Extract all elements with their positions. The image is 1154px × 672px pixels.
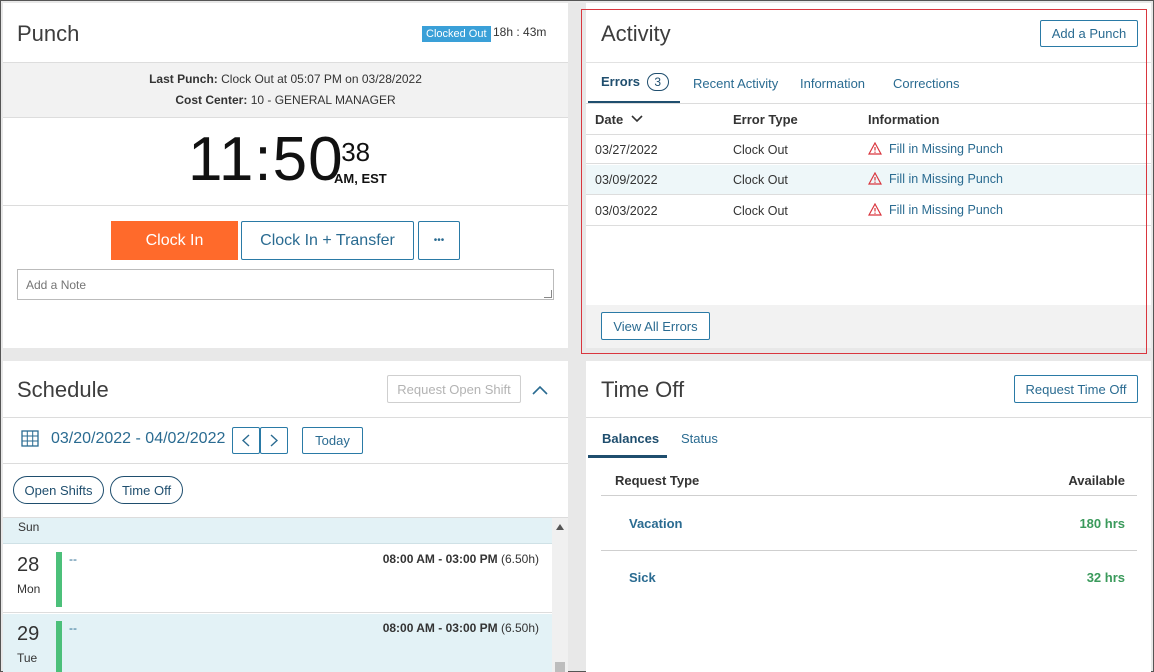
day-of-week: Tue xyxy=(17,651,38,665)
balances-area: Request Type Available Vacation 180 hrs … xyxy=(586,458,1151,672)
today-button[interactable]: Today xyxy=(302,427,363,454)
shift-time: 08:00 AM - 03:00 PM (6.50h) xyxy=(383,621,539,635)
punch-panel: Punch Clocked Out 18h : 43m Last Punch: … xyxy=(3,3,568,348)
clock-seconds: :38 xyxy=(334,137,371,167)
request-time-off-button[interactable]: Request Time Off xyxy=(1014,375,1138,403)
clock-hours-minutes: 11:50 xyxy=(188,125,344,194)
balance-type[interactable]: Sick xyxy=(629,570,656,585)
divider xyxy=(601,495,1137,496)
divider xyxy=(586,417,1151,418)
day-of-week: Mon xyxy=(17,582,41,596)
chevron-right-icon xyxy=(270,434,278,447)
divider xyxy=(601,550,1137,551)
tab-balances[interactable]: Balances xyxy=(602,431,659,446)
punch-title: Punch xyxy=(17,21,80,46)
time-off-filter[interactable]: Time Off xyxy=(110,476,183,504)
shift-bar xyxy=(56,552,62,607)
shift-time: 08:00 AM - 03:00 PM (6.50h) xyxy=(383,552,539,566)
chevron-up-icon[interactable] xyxy=(532,385,548,395)
shift-time-range: 08:00 AM - 03:00 PM xyxy=(382,621,498,635)
col-request-type: Request Type xyxy=(615,473,700,488)
scrollbar-thumb[interactable] xyxy=(555,662,565,672)
clocked-out-badge: Clocked Out xyxy=(422,26,491,42)
day-header: Sun xyxy=(3,518,552,544)
shift-time-range: 08:00 AM - 03:00 PM xyxy=(382,552,498,566)
scrollbar[interactable] xyxy=(552,518,568,672)
divider xyxy=(3,417,568,418)
calendar-icon[interactable] xyxy=(21,430,39,447)
more-options-button[interactable]: ••• xyxy=(418,221,460,260)
last-punch-section: Last Punch: Clock Out at 05:07 PM on 03/… xyxy=(3,62,568,118)
schedule-panel: Schedule Request Open Shift 03/20/2022 -… xyxy=(3,361,568,672)
shift-hours: (6.50h) xyxy=(500,552,539,566)
elapsed-time: 18h : 43m xyxy=(493,25,547,39)
day-number: 29 xyxy=(17,623,40,645)
timeoff-panel: Time Off Request Time Off Balances Statu… xyxy=(586,361,1151,672)
highlight-box xyxy=(581,9,1147,354)
schedule-list: Sun 28 Mon -- 08:00 AM - 03:00 PM (6.50h… xyxy=(3,518,552,672)
scroll-up-arrow-icon[interactable] xyxy=(556,524,564,530)
shift-bar xyxy=(56,621,62,672)
open-shifts-filter[interactable]: Open Shifts xyxy=(13,476,104,504)
prev-period-button[interactable] xyxy=(232,427,260,454)
col-available: Available xyxy=(1068,473,1125,488)
clock-zone: AM, EST xyxy=(334,171,387,186)
balance-available: 32 hrs xyxy=(1086,570,1125,585)
shift-dash: -- xyxy=(69,621,77,635)
shift-hours: (6.50h) xyxy=(500,621,539,635)
last-punch-label: Last Punch: xyxy=(149,72,218,86)
add-note-input[interactable] xyxy=(17,269,554,300)
shift-dash: -- xyxy=(69,552,77,566)
request-open-shift-button[interactable]: Request Open Shift xyxy=(387,375,521,403)
schedule-title: Schedule xyxy=(17,377,109,402)
clock-display: 11:50 :38 AM, EST xyxy=(188,127,408,197)
balance-available: 180 hrs xyxy=(1079,516,1125,531)
divider xyxy=(3,205,568,206)
schedule-day-row[interactable]: 29 Tue -- 08:00 AM - 03:00 PM (6.50h) xyxy=(3,614,552,672)
date-range[interactable]: 03/20/2022 - 04/02/2022 xyxy=(51,430,225,448)
resize-grip-icon xyxy=(544,290,552,298)
schedule-day-row[interactable]: 28 Mon -- 08:00 AM - 03:00 PM (6.50h) xyxy=(3,545,552,613)
clock-in-button[interactable]: Clock In xyxy=(111,221,238,260)
balance-type[interactable]: Vacation xyxy=(629,516,682,531)
last-punch-value: Clock Out at 05:07 PM on 03/28/2022 xyxy=(221,72,422,86)
clock-in-transfer-button[interactable]: Clock In + Transfer xyxy=(241,221,414,260)
tab-status[interactable]: Status xyxy=(681,431,718,446)
chevron-left-icon xyxy=(242,434,250,447)
day-number: 28 xyxy=(17,554,40,576)
cost-center-value: 10 - GENERAL MANAGER xyxy=(250,93,396,107)
cost-center-label: Cost Center: xyxy=(175,93,248,107)
next-period-button[interactable] xyxy=(260,427,288,454)
timeoff-title: Time Off xyxy=(601,377,685,402)
divider xyxy=(3,463,568,464)
